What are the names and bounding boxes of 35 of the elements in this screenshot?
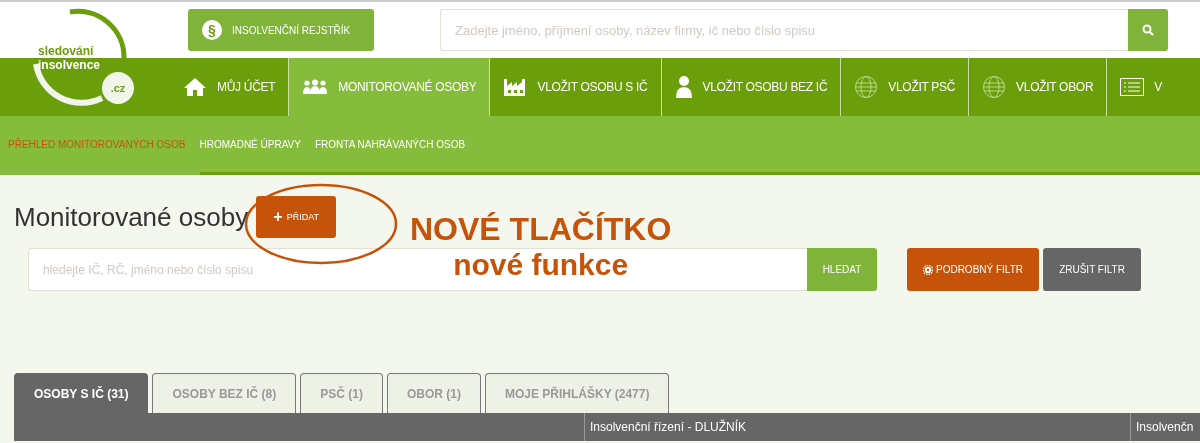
column-header: Insolvenční řízení - DLUŽNÍK xyxy=(584,413,1130,441)
subnav-link[interactable]: FRONTA NAHRÁVANÝCH OSOB xyxy=(314,138,466,150)
home-icon xyxy=(183,77,207,97)
gear-icon xyxy=(922,264,933,275)
subnav-link[interactable]: HROMADNÉ ÚPRAVY xyxy=(199,138,301,150)
logo-text: insolvence xyxy=(38,58,101,72)
page-title: Monitorované osoby xyxy=(14,201,249,233)
annotation-title: NOVÉ TLAČÍTKO xyxy=(410,211,672,247)
tab[interactable]: PSČ (1) xyxy=(300,373,383,413)
tab[interactable]: OSOBY BEZ IČ (8) xyxy=(152,373,297,413)
search-button[interactable] xyxy=(1128,9,1168,51)
tab[interactable]: OBOR (1) xyxy=(386,373,481,413)
tab[interactable]: OSOBY S IČ (31) xyxy=(14,373,149,413)
logo-text: sledování xyxy=(38,44,94,58)
registry-button[interactable]: § INSOLVENČNÍ REJSTŘÍK xyxy=(188,9,374,51)
globe-icon xyxy=(854,75,879,99)
nav-item[interactable]: MŮJ ÚČET xyxy=(165,58,289,116)
search-field[interactable]: Zadejte jméno, příjmení osoby, název firmy, ič nebo číslo spisu xyxy=(440,9,1128,51)
column-header: Insolvenčn xyxy=(1130,413,1200,441)
nav-item[interactable]: MONITOROVANÉ OSOBY xyxy=(288,58,490,116)
globe-icon xyxy=(982,75,1007,99)
paragraph-icon: § xyxy=(202,20,222,40)
tab[interactable]: MOJE PŘIHLÁŠKY (2477) xyxy=(484,373,670,413)
subnav-link[interactable]: PŘEHLED MONITOROVANÝCH OSOB xyxy=(8,138,186,150)
search-button[interactable]: HLEDAT xyxy=(807,248,877,291)
factory-icon xyxy=(503,77,528,97)
filter-button[interactable]: PODROBNÝ FILTR xyxy=(907,248,1039,291)
plus-icon: + xyxy=(273,208,283,226)
person-icon xyxy=(674,75,693,99)
list-icon xyxy=(1120,78,1145,96)
annotation-subtitle: nové funkce xyxy=(453,247,629,283)
add-button[interactable]: + PŘIDAT xyxy=(256,196,337,238)
clear-filter-button[interactable]: ZRUŠIT FILTR xyxy=(1043,248,1141,291)
people-icon xyxy=(302,79,329,95)
search-icon xyxy=(1142,24,1154,36)
